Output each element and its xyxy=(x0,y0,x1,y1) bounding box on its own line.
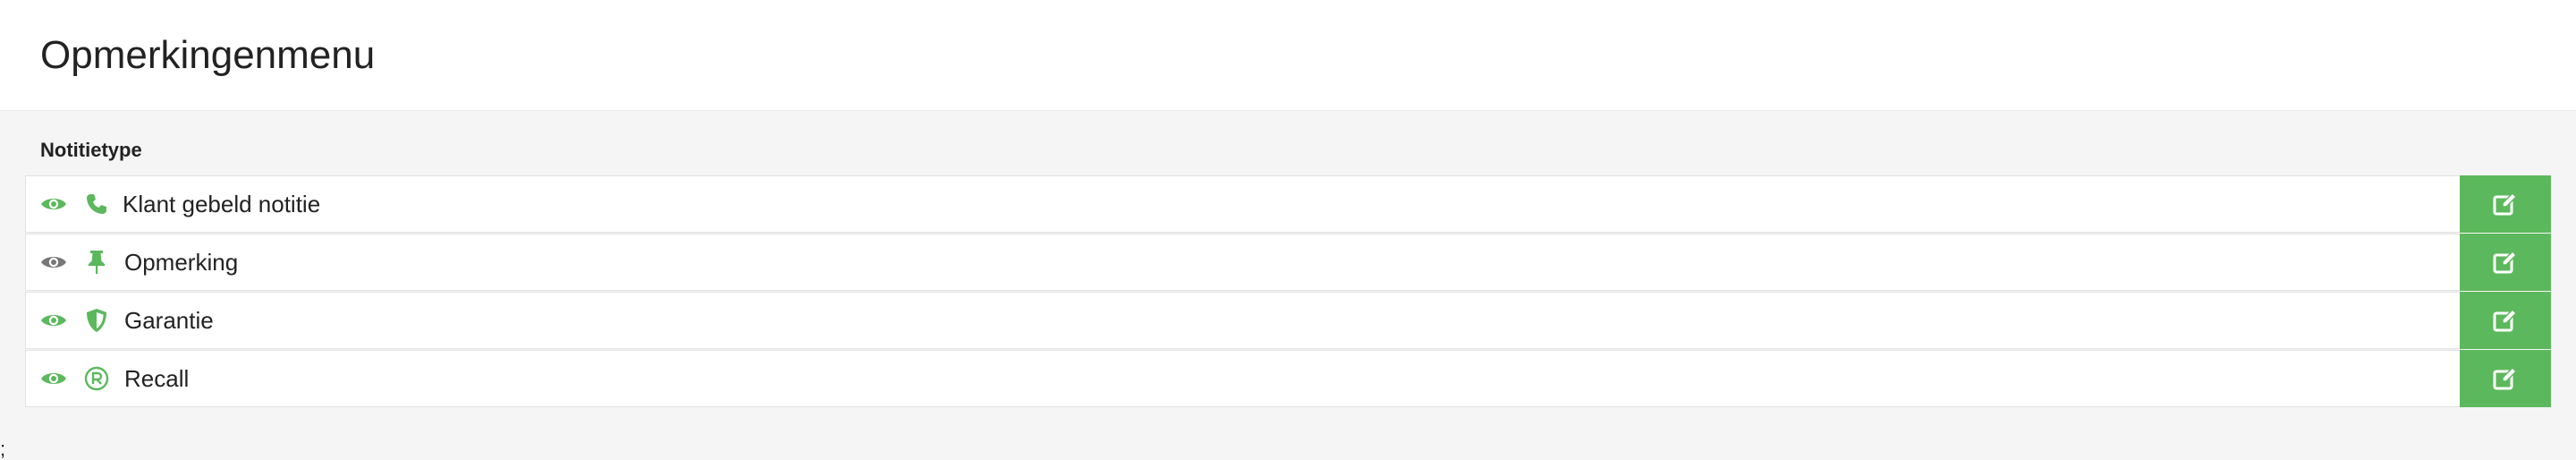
edit-icon xyxy=(2493,192,2518,216)
edit-button[interactable] xyxy=(2460,234,2551,291)
thumbtack-icon xyxy=(83,249,110,276)
page-title: Opmerkingenmenu xyxy=(40,33,376,77)
shield-icon xyxy=(83,307,110,334)
edit-button[interactable] xyxy=(2460,292,2551,349)
list-item: Klant gebeld notitie xyxy=(25,175,2551,233)
edit-icon xyxy=(2493,309,2518,332)
page-header: Opmerkingenmenu xyxy=(0,0,2576,111)
eye-icon[interactable] xyxy=(40,194,67,214)
list-item-label: Klant gebeld notitie xyxy=(123,191,321,217)
list-item-main: Opmerking xyxy=(26,234,2460,290)
notes-type-list: Klant gebeld notitie Opmerking Garantie … xyxy=(25,175,2551,408)
eye-icon[interactable] xyxy=(40,369,67,388)
list-item: Opmerking xyxy=(25,234,2551,291)
eye-icon[interactable] xyxy=(40,311,67,330)
list-item-main: Klant gebeld notitie xyxy=(26,176,2460,232)
edit-button[interactable] xyxy=(2460,350,2551,407)
registered-icon xyxy=(83,365,110,392)
list-item: Garantie xyxy=(25,292,2551,349)
list-item-main: Recall xyxy=(26,351,2460,406)
stray-text: ; xyxy=(0,438,6,460)
edit-icon xyxy=(2493,251,2518,274)
list-item-label: Garantie xyxy=(124,307,214,334)
list-item-label: Opmerking xyxy=(124,249,239,276)
edit-icon xyxy=(2493,367,2518,390)
list-item-label: Recall xyxy=(124,365,190,392)
phone-icon xyxy=(83,191,110,217)
edit-button[interactable] xyxy=(2460,175,2551,233)
list-item: Recall xyxy=(25,350,2551,407)
eye-icon[interactable] xyxy=(40,252,67,272)
column-header-notitietype: Notitietype xyxy=(40,139,142,161)
list-item-main: Garantie xyxy=(26,293,2460,348)
